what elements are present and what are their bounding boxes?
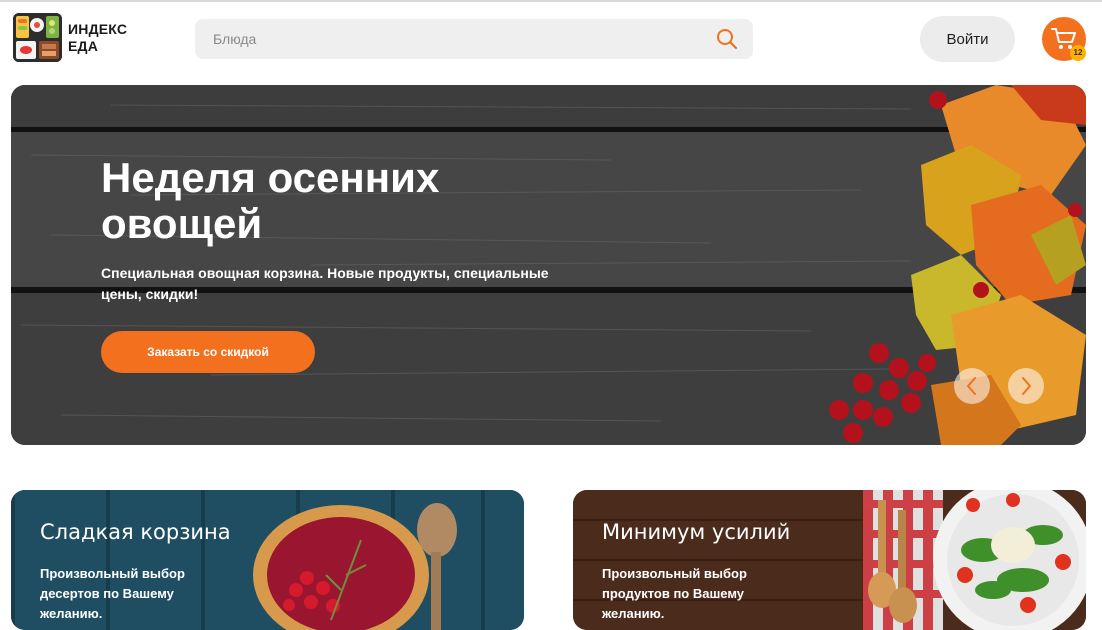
logo-text: ИНДЕКС ЕДА (68, 21, 127, 55)
card-text: Произвольный выбор десертов по Вашему же… (40, 566, 185, 621)
hero-title: Неделя осенних овощей (101, 154, 440, 247)
chevron-right-icon (1022, 377, 1031, 395)
cart-count-badge: 12 (1070, 45, 1086, 61)
search-input[interactable] (195, 19, 705, 59)
login-button[interactable]: Войти (920, 16, 1015, 62)
logo-bento-icon (13, 13, 62, 62)
logo-line-1: ИНДЕКС (68, 20, 128, 37)
search-bar (195, 19, 753, 59)
hero-subtitle: Специальная овощная корзина. Новые проду… (101, 265, 549, 302)
order-discount-button[interactable]: Заказать со скидкой (101, 331, 315, 373)
card-title: Сладкая корзина (40, 520, 231, 544)
card-title: Минимум усилий (602, 520, 791, 544)
chevron-left-icon (967, 377, 976, 395)
cart-button[interactable]: 12 (1042, 17, 1086, 61)
search-icon[interactable] (715, 27, 739, 51)
card-text: Произвольный выбор продуктов по Вашему ж… (602, 566, 747, 621)
slider-prev-button[interactable] (954, 368, 990, 404)
hero-banner: Неделя осенних овощей Специальная овощна… (11, 85, 1086, 445)
site-header: ИНДЕКС ЕДА Войти 12 (0, 0, 1102, 80)
slider-next-button[interactable] (1008, 368, 1044, 404)
logo-line-2: ЕДА (68, 37, 99, 54)
logo[interactable]: ИНДЕКС ЕДА (13, 13, 127, 62)
promo-card-minimum-effort[interactable]: Минимум усилий Произвольный выбор продук… (573, 490, 1086, 630)
promo-card-sweet-basket[interactable]: Сладкая корзина Произвольный выбор десер… (11, 490, 524, 630)
